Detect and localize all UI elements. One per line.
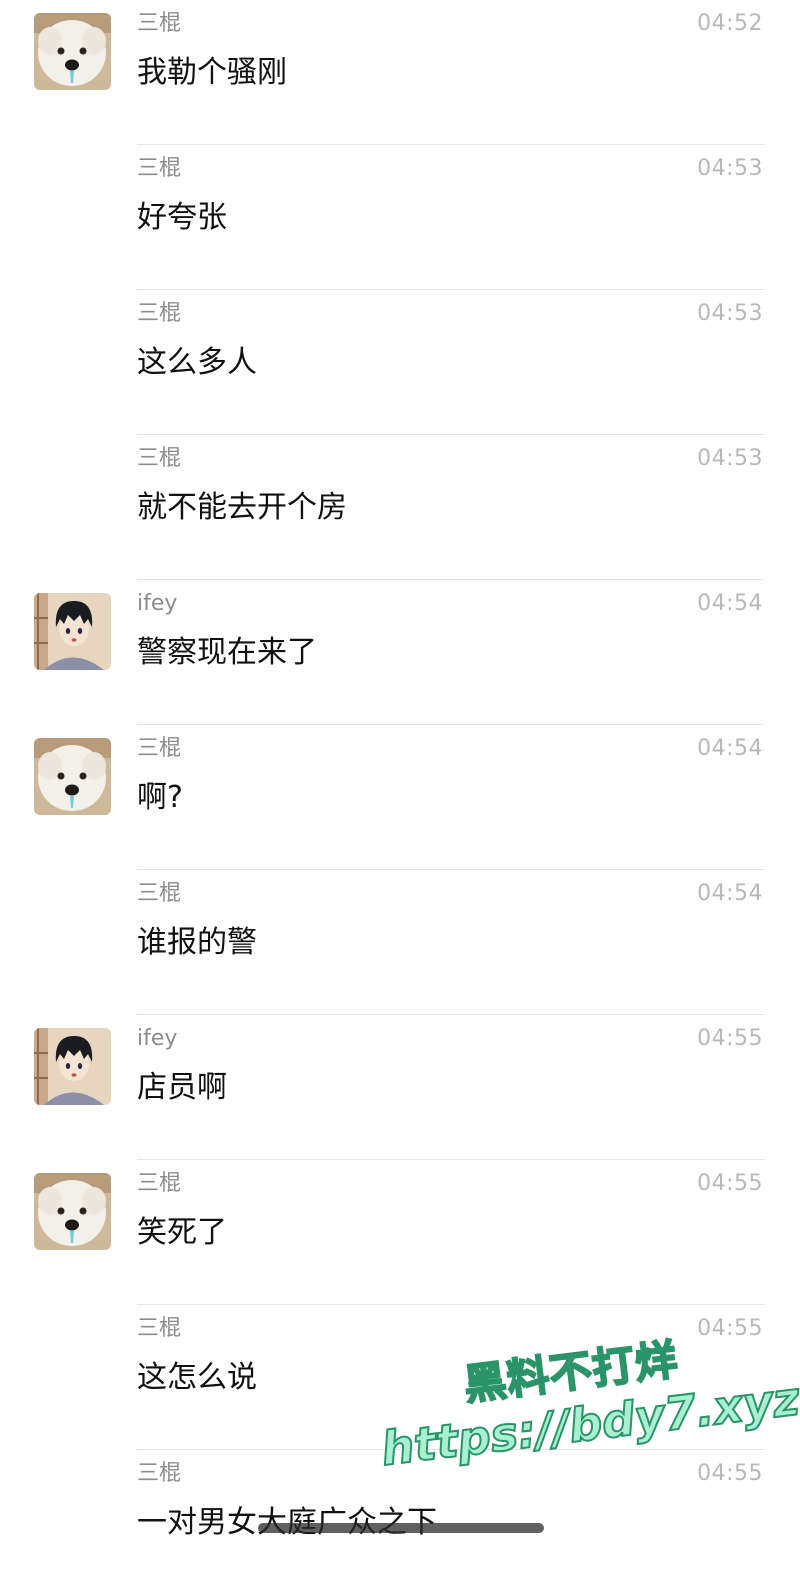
message-time: 04:54 [697,736,763,761]
sender-name: 三棍 [137,1171,182,1196]
message-time: 04:55 [697,1316,763,1341]
message-item[interactable]: 三棍 04:55 笑死了 [0,1160,800,1305]
message-text: 店员啊 [137,1070,227,1105]
sender-name: 三棍 [137,301,182,326]
message-time: 04:55 [697,1171,763,1196]
avatar-dog[interactable] [34,13,111,90]
message-text: 警察现在来了 [137,635,317,670]
avatar-dog[interactable] [34,738,111,815]
message-time: 04:53 [697,156,763,181]
sender-name: ifey [137,591,178,616]
message-text: 这么多人 [137,345,257,380]
sender-name: 三棍 [137,1461,182,1486]
message-text: 就不能去开个房 [137,490,347,525]
sender-name: 三棍 [137,736,182,761]
message-time: 04:52 [697,11,763,36]
avatar-anime-boy[interactable] [34,593,111,670]
sender-name: 三棍 [137,1316,182,1341]
message-item[interactable]: ifey 04:54 警察现在来了 [0,580,800,725]
message-item[interactable]: 三棍 04:54 谁报的警 [0,870,800,1015]
message-item[interactable]: 三棍 04:53 就不能去开个房 [0,435,800,580]
message-text: 我勒个骚刚 [137,55,287,90]
message-text: 笑死了 [137,1215,227,1250]
message-item[interactable]: 三棍 04:54 啊? [0,725,800,870]
message-item[interactable]: 三棍 04:53 好夸张 [0,145,800,290]
message-item[interactable]: ifey 04:55 店员啊 [0,1015,800,1160]
message-time: 04:53 [697,446,763,471]
message-time: 04:55 [697,1026,763,1051]
sender-name: ifey [137,1026,178,1051]
message-item[interactable]: 三棍 04:55 这怎么说 [0,1305,800,1450]
message-text: 好夸张 [137,200,227,235]
sender-name: 三棍 [137,11,182,36]
message-time: 04:55 [697,1461,763,1486]
avatar-anime-boy[interactable] [34,1028,111,1105]
message-text: 这怎么说 [137,1360,257,1395]
sender-name: 三棍 [137,446,182,471]
message-time: 04:53 [697,301,763,326]
home-indicator[interactable] [258,1523,544,1533]
message-text: 谁报的警 [137,925,257,960]
sender-name: 三棍 [137,881,182,906]
message-item[interactable]: 三棍 04:53 这么多人 [0,290,800,435]
message-time: 04:54 [697,881,763,906]
avatar-dog[interactable] [34,1173,111,1250]
message-time: 04:54 [697,591,763,616]
sender-name: 三棍 [137,156,182,181]
message-item[interactable]: 三棍 04:52 我勒个骚刚 [0,0,800,145]
message-text: 啊? [137,780,183,815]
